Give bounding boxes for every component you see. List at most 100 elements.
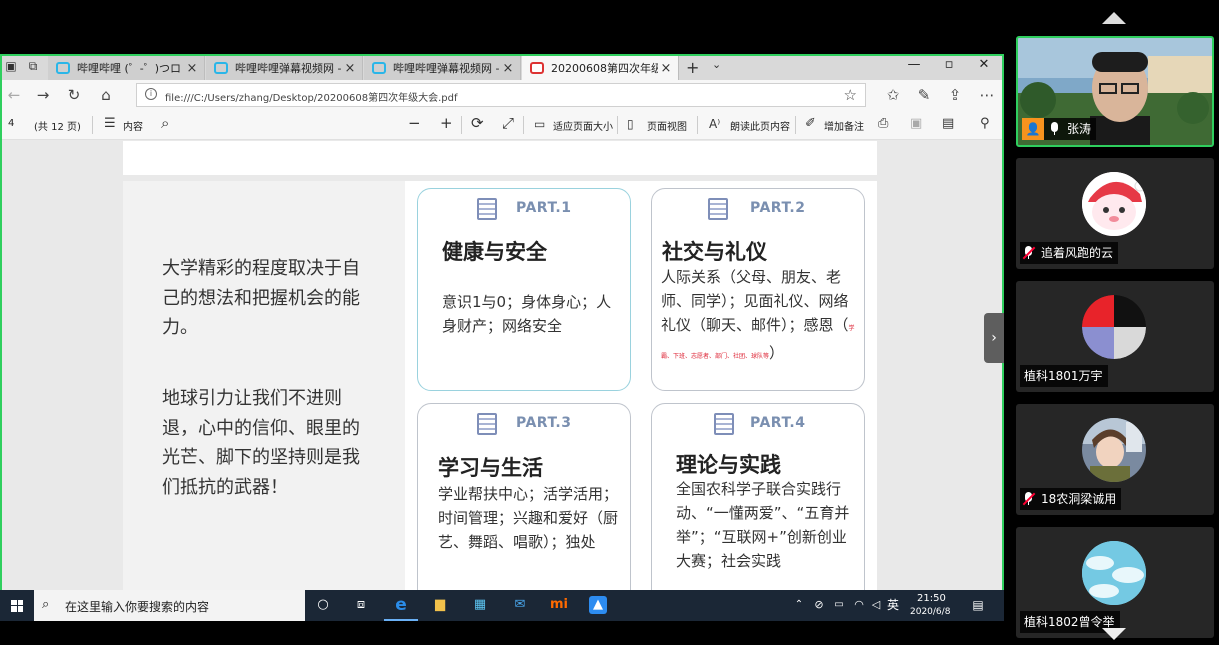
document-icon: [708, 198, 728, 220]
print-icon[interactable]: ⎙: [878, 116, 888, 131]
save-as-icon[interactable]: ▤: [942, 116, 954, 131]
read-aloud-button[interactable]: 朗读此页内容: [730, 118, 790, 133]
restore-icon[interactable]: ▫: [931, 57, 967, 72]
participant-name-tag: 👤 张涛: [1022, 118, 1097, 140]
page-view-button[interactable]: 页面视图: [647, 118, 687, 133]
close-icon[interactable]: ×: [184, 61, 200, 76]
page-number-input[interactable]: 4: [8, 118, 14, 129]
set-aside-tabs-icon[interactable]: ⧉: [26, 59, 40, 73]
avatar: [1082, 418, 1146, 482]
bilibili-icon: [56, 62, 70, 74]
rotate-icon[interactable]: ⟳: [471, 114, 484, 132]
divider: [697, 116, 698, 134]
tab-bilibili-3[interactable]: 哔哩哔哩弹幕视频网 - (゜-゜ ×: [364, 56, 521, 80]
mail-icon[interactable]: ✉: [511, 596, 529, 614]
participant-tile-3[interactable]: 植科1801万宇: [1016, 281, 1214, 392]
tab-actions-icon[interactable]: ▣: [4, 59, 18, 73]
pen-icon[interactable]: ✎: [914, 85, 934, 105]
add-note-icon: ✐: [805, 116, 816, 131]
file-explorer-icon[interactable]: ▆: [431, 596, 449, 614]
divider: [617, 116, 618, 134]
tab-bilibili-2[interactable]: 哔哩哔哩弹幕视频网 - (゜-゜ ×: [206, 56, 363, 80]
notification-icon[interactable]: ▤: [969, 596, 987, 614]
battery-icon[interactable]: ▭: [830, 596, 848, 614]
card-body-close: ）: [769, 344, 785, 362]
more-icon[interactable]: ⋯: [977, 85, 997, 105]
tab-bilibili-1[interactable]: 哔哩哔哩 (゜-゜)つロ 干杯~ ×: [48, 56, 205, 80]
minimize-icon[interactable]: —: [896, 57, 932, 72]
refresh-icon[interactable]: ↻: [64, 85, 84, 105]
wifi-icon[interactable]: ◠: [850, 596, 868, 614]
participant-name: 张涛: [1067, 122, 1092, 136]
participant-panel: 👤 张涛 追着风跑的云 植科1801万宇 18农洞梁诚用 植科1802曾令举: [1008, 0, 1219, 645]
home-icon[interactable]: ⌂: [96, 85, 116, 105]
url-input[interactable]: i file:///C:/Users/zhang/Desktop/2020060…: [136, 83, 866, 107]
card-body: 意识1与0；身体身心；人身财产；网络安全: [442, 293, 612, 335]
scroll-down-icon[interactable]: [1102, 628, 1126, 640]
edge-icon[interactable]: e: [392, 596, 410, 614]
tray-chevron-up-icon[interactable]: ⌃: [790, 596, 808, 614]
search-placeholder: 在这里输入你要搜索的内容: [65, 600, 210, 614]
add-note-button[interactable]: 增加备注: [824, 118, 864, 133]
participant-name-tag: 追着风跑的云: [1020, 242, 1119, 264]
participant-tile-zhangtao[interactable]: 👤 张涛: [1016, 36, 1214, 147]
avatar: [1082, 541, 1146, 605]
share-icon[interactable]: ⇪: [945, 85, 965, 105]
favorites-icon[interactable]: ✩: [883, 85, 903, 105]
clock-date[interactable]: 2020/6/8: [910, 607, 950, 617]
chevron-right-icon[interactable]: ›: [984, 313, 1004, 363]
participant-name: 追着风跑的云: [1041, 246, 1114, 260]
network-warning-icon[interactable]: ⊘: [810, 596, 828, 614]
mi-icon[interactable]: mi: [550, 596, 568, 614]
store-icon[interactable]: ▦: [471, 596, 489, 614]
task-view-icon[interactable]: ⧈: [352, 596, 370, 614]
window-close-icon[interactable]: ✕: [966, 57, 1002, 72]
info-icon[interactable]: i: [145, 88, 157, 100]
card-part-label: PART.1: [516, 200, 572, 216]
search-icon: ⌕: [42, 597, 50, 612]
scroll-up-icon[interactable]: [1102, 12, 1126, 24]
document-icon: [714, 413, 734, 435]
close-icon[interactable]: ×: [658, 61, 674, 76]
meeting-app-icon[interactable]: ▲: [589, 596, 607, 614]
windows-icon: [11, 599, 23, 612]
ime-indicator[interactable]: 英: [884, 596, 902, 614]
clock-time[interactable]: 21:50: [917, 593, 946, 604]
bilibili-icon: [372, 62, 386, 74]
microphone-icon: [1050, 122, 1059, 136]
slide-left-text-1: 大学精彩的程度取决于自己的想法和把握机会的能力。: [162, 258, 360, 338]
save-icon[interactable]: ▣: [910, 116, 922, 131]
forward-icon[interactable]: →: [33, 85, 53, 105]
pdf-page-view[interactable]: 大学精彩的程度取决于自己的想法和把握机会的能力。 地球引力让我们不进则退，心中的…: [0, 141, 1004, 621]
cartoon-avatar-icon: [1082, 172, 1146, 236]
contents-button[interactable]: 内容: [123, 118, 143, 133]
new-tab-button[interactable]: +: [686, 58, 699, 77]
participant-tile-4[interactable]: 18农洞梁诚用: [1016, 404, 1214, 515]
back-icon[interactable]: ←: [4, 85, 24, 105]
participant-name-tag: 植科1801万宇: [1020, 365, 1108, 387]
contents-icon[interactable]: ☰: [104, 116, 116, 131]
avatar: [1082, 295, 1146, 359]
participant-tile-5[interactable]: 植科1802曾令举: [1016, 527, 1214, 638]
tab-pdf[interactable]: 20200608第四次年级大 ×: [522, 56, 679, 80]
zoom-in-icon[interactable]: +: [440, 114, 453, 132]
card-body: 全国农科学子联合实践行动、“一懂两爱”、“五育并举”；“互联网+”创新创业大赛；…: [676, 480, 850, 570]
tab-list-chevron-icon[interactable]: ⌄: [712, 58, 721, 71]
bilibili-icon: [214, 62, 228, 74]
participant-name: 植科1802曾令举: [1024, 615, 1115, 629]
close-icon[interactable]: ×: [500, 61, 516, 76]
zoom-out-icon[interactable]: −: [408, 114, 421, 132]
fullscreen-icon[interactable]: ⤢: [502, 114, 514, 132]
card-body: 学业帮扶中心；活学活用；时间管理；兴趣和爱好（厨艺、舞蹈、唱歌）；独处: [438, 485, 619, 551]
pin-toolbar-icon[interactable]: ⚲: [980, 116, 990, 131]
cortana-icon[interactable]: ○: [314, 596, 332, 614]
close-icon[interactable]: ×: [342, 61, 358, 76]
card-title: 健康与安全: [442, 240, 547, 264]
participant-tile-2[interactable]: 追着风跑的云: [1016, 158, 1214, 269]
fit-page-button[interactable]: 适应页面大小: [553, 118, 613, 133]
volume-icon[interactable]: ◁: [867, 596, 885, 614]
search-icon[interactable]: ⌕: [161, 114, 169, 132]
start-button[interactable]: [0, 590, 34, 621]
favorite-star-icon[interactable]: ☆: [844, 86, 857, 104]
taskbar-search-input[interactable]: ⌕ 在这里输入你要搜索的内容: [34, 590, 305, 621]
